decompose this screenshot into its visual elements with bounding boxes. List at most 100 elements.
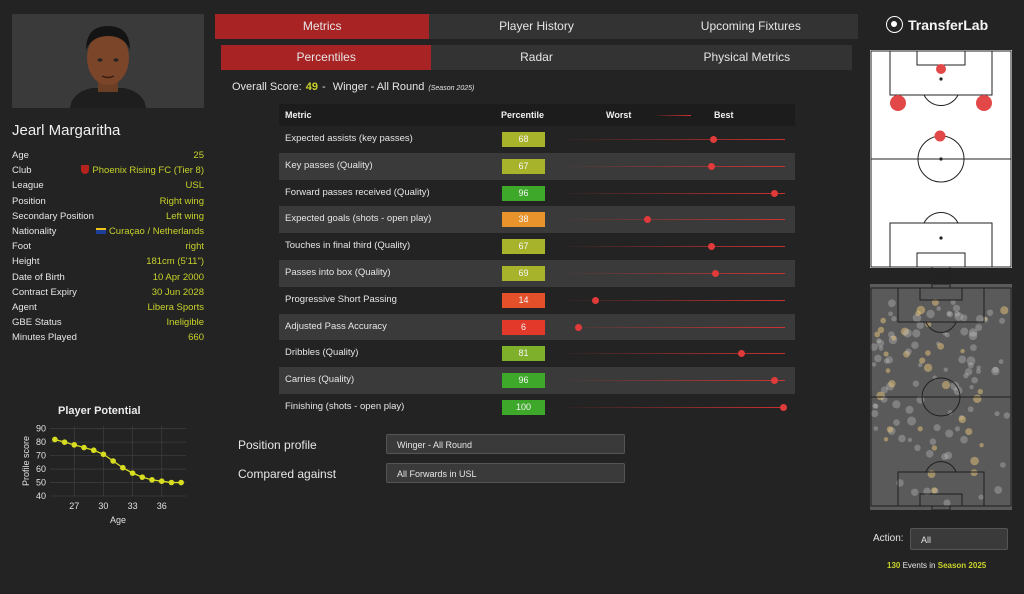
brand-name: TransferLab bbox=[908, 16, 989, 33]
position-marker bbox=[976, 95, 992, 111]
table-row: Expected goals (shots - open play) 38 bbox=[279, 206, 795, 234]
table-row: Expected assists (key passes) 68 bbox=[279, 126, 795, 153]
heatmap-event bbox=[954, 426, 960, 432]
heatmap-event bbox=[991, 366, 1000, 376]
table-body: Expected assists (key passes) 68 Key passe… bbox=[279, 126, 795, 421]
potential-point bbox=[168, 479, 175, 486]
percentile-track bbox=[565, 326, 785, 328]
heatmap-event bbox=[891, 335, 897, 341]
info-value-wrap: 181cm (5'11") bbox=[146, 254, 204, 269]
potential-point bbox=[178, 479, 184, 486]
percentile-marker bbox=[707, 162, 715, 170]
heatmap-event bbox=[888, 380, 896, 388]
info-label: Minutes Played bbox=[12, 332, 77, 344]
overall-sep: - bbox=[321, 81, 326, 93]
overall-score: Overall Score: 49- Winger - All Round (Sea… bbox=[232, 81, 474, 93]
heatmap-event bbox=[967, 362, 974, 369]
curacao-flag-icon bbox=[95, 227, 106, 234]
percentile-marker bbox=[711, 269, 719, 277]
heatmap-event bbox=[973, 394, 982, 403]
y-tick-label: 90 bbox=[36, 424, 46, 434]
info-value: Phoenix Rising FC (Tier 8) bbox=[92, 165, 204, 177]
info-value: Left wing bbox=[165, 210, 204, 222]
info-row: Date of Birth 10 Apr 2000 bbox=[12, 270, 204, 285]
heatmap-event bbox=[977, 388, 983, 395]
x-tick-label: 36 bbox=[157, 501, 167, 511]
heatmap-event bbox=[873, 403, 879, 409]
info-value: Libera Sports bbox=[147, 301, 204, 313]
y-tick-label: 40 bbox=[36, 491, 46, 501]
percentile-marker bbox=[709, 136, 717, 143]
info-value: 30 Jun 2028 bbox=[151, 286, 204, 298]
info-row: Foot right bbox=[12, 239, 204, 254]
table-row: Finishing (shots - open play) 100 bbox=[279, 394, 795, 421]
heatmap-event bbox=[994, 486, 1003, 494]
events-summary: 130 Events in Season 2025 bbox=[887, 561, 986, 570]
heatmap-event bbox=[944, 451, 953, 460]
info-row: Height 181cm (5'11") bbox=[12, 254, 204, 269]
heatmap-event bbox=[905, 348, 912, 355]
compared-against-select[interactable]: All Forwards in USL bbox=[386, 463, 625, 483]
info-value-wrap: right bbox=[186, 239, 204, 254]
heatmap-event bbox=[958, 355, 967, 364]
info-value-wrap: 10 Apr 2000 bbox=[153, 270, 204, 285]
heatmap-event bbox=[969, 385, 974, 390]
heatmap-event bbox=[954, 311, 960, 317]
info-value: Ineligible bbox=[166, 317, 205, 329]
position-marker bbox=[934, 130, 946, 142]
tab-percentiles[interactable]: Percentiles bbox=[221, 45, 432, 70]
heatmap-event bbox=[929, 438, 937, 445]
heatmap-event bbox=[936, 306, 941, 311]
metric-name: Key passes (Quality) bbox=[285, 159, 373, 171]
info-label: Secondary Position bbox=[12, 210, 94, 222]
potential-title: Player Potential bbox=[58, 405, 141, 417]
position-profile-select[interactable]: Winger - All Round bbox=[386, 434, 625, 454]
table-row: Key passes (Quality) 67 bbox=[279, 152, 795, 180]
potential-point bbox=[149, 477, 155, 483]
tab-radar[interactable]: Radar bbox=[431, 45, 641, 70]
action-label: Action: bbox=[873, 533, 904, 544]
position-pitch-map bbox=[870, 50, 1012, 274]
heatmap-event bbox=[933, 424, 941, 432]
x-tick-label: 27 bbox=[69, 501, 79, 511]
percentile-table: Metric Percentile Worst Best Expected as… bbox=[279, 104, 795, 421]
info-row: Club Phoenix Rising FC (Tier 8) bbox=[12, 163, 204, 178]
percentile-marker bbox=[574, 323, 582, 331]
metric-name: Dribbles (Quality) bbox=[285, 347, 359, 359]
info-row: Agent Libera Sports bbox=[12, 300, 204, 315]
heatmap-event bbox=[967, 406, 974, 413]
tab-upcoming-fixtures[interactable]: Upcoming Fixtures bbox=[644, 14, 858, 39]
y-axis-label: Profile score bbox=[21, 436, 31, 486]
percentile-track bbox=[565, 139, 785, 140]
heatmap-event bbox=[960, 348, 965, 354]
info-label: GBE Status bbox=[12, 317, 62, 329]
action-select[interactable]: All bbox=[910, 528, 1008, 550]
overall-label: Overall Score: bbox=[232, 81, 302, 93]
heatmap-event bbox=[998, 359, 1004, 364]
potential-point bbox=[120, 464, 126, 471]
info-row: Minutes Played 660 bbox=[12, 330, 204, 345]
info-value-wrap: USL bbox=[186, 178, 204, 193]
percentile-marker bbox=[738, 350, 746, 358]
heatmap-event bbox=[907, 437, 913, 443]
info-value-wrap: 660 bbox=[188, 330, 204, 345]
football-icon bbox=[886, 16, 903, 33]
heatmap-event bbox=[911, 488, 919, 496]
overall-score-value: 49 bbox=[305, 81, 318, 93]
x-axis-label: Age bbox=[110, 515, 126, 525]
y-tick-label: 50 bbox=[36, 478, 46, 488]
events-count: 130 bbox=[887, 561, 901, 570]
table-header: Metric Percentile Worst Best bbox=[279, 104, 795, 126]
heatmap-event bbox=[927, 470, 936, 478]
header-scale-line bbox=[657, 115, 691, 116]
tab-metrics[interactable]: Metrics bbox=[215, 14, 430, 39]
tab-player-history[interactable]: Player History bbox=[429, 14, 643, 39]
heatmap-event bbox=[1000, 306, 1009, 315]
y-tick-label: 80 bbox=[36, 437, 46, 447]
tab-physical-metrics[interactable]: Physical Metrics bbox=[642, 45, 852, 70]
heatmap-event bbox=[965, 428, 973, 436]
heatmap-event bbox=[888, 299, 896, 308]
info-label: Position bbox=[12, 195, 46, 207]
percentile-marker bbox=[592, 296, 600, 304]
info-label: Nationality bbox=[12, 225, 57, 237]
